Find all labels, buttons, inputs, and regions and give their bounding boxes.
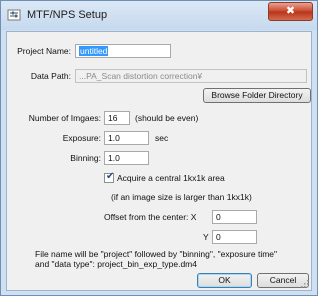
- project-name-label: Project Name:: [17, 46, 71, 56]
- project-name-field[interactable]: untitled: [75, 44, 171, 58]
- binning-label: Binning:: [70, 153, 101, 163]
- exposure-label: Exposure:: [62, 133, 101, 143]
- window-title: MTF/NPS Setup: [27, 9, 108, 21]
- exposure-field[interactable]: 1.0: [104, 131, 149, 145]
- ok-button[interactable]: OK: [197, 273, 252, 288]
- num-images-label: Number of Imgaes:: [28, 113, 101, 123]
- close-button[interactable]: ✖: [268, 2, 313, 21]
- acquire-label[interactable]: Acquire a central 1kx1k area: [117, 173, 225, 183]
- close-icon: ✖: [285, 5, 296, 17]
- exposure-unit: sec: [155, 133, 169, 143]
- data-path-label: Data Path:: [30, 71, 71, 81]
- dialog-body: Project Name: untitled Data Path: ...PA_…: [6, 31, 312, 291]
- dialog-window: MTF/NPS Setup ✖ Project Name: untitled D…: [0, 0, 318, 296]
- binning-field[interactable]: 1.0: [104, 151, 149, 165]
- filename-note-line-2: and "data type": project_bin_exp_type.dm…: [35, 259, 197, 269]
- filename-note-line-1: File name will be "project" followed by …: [35, 249, 278, 259]
- offset-y-field[interactable]: 0: [212, 230, 257, 244]
- num-images-hint: (should be even): [135, 113, 199, 123]
- project-name-value: untitled: [79, 46, 109, 56]
- offset-x-label: Offset from the center: X: [104, 212, 197, 222]
- acquire-checkbox[interactable]: ✔: [104, 171, 115, 183]
- browse-folder-button[interactable]: Browse Folder Directory: [203, 88, 311, 103]
- num-images-field[interactable]: 16: [104, 111, 130, 125]
- app-settings-icon: [7, 9, 21, 21]
- acquire-note: (if an image size is larger than 1kx1k): [111, 192, 252, 202]
- offset-x-field[interactable]: 0: [212, 210, 257, 224]
- data-path-field: ...PA_Scan distortion correction¥: [75, 69, 307, 83]
- title-bar[interactable]: MTF/NPS Setup ✖: [1, 1, 317, 30]
- offset-y-label: Y: [203, 232, 209, 242]
- check-icon: ✔: [106, 171, 115, 182]
- resize-grip-icon[interactable]: [300, 279, 309, 288]
